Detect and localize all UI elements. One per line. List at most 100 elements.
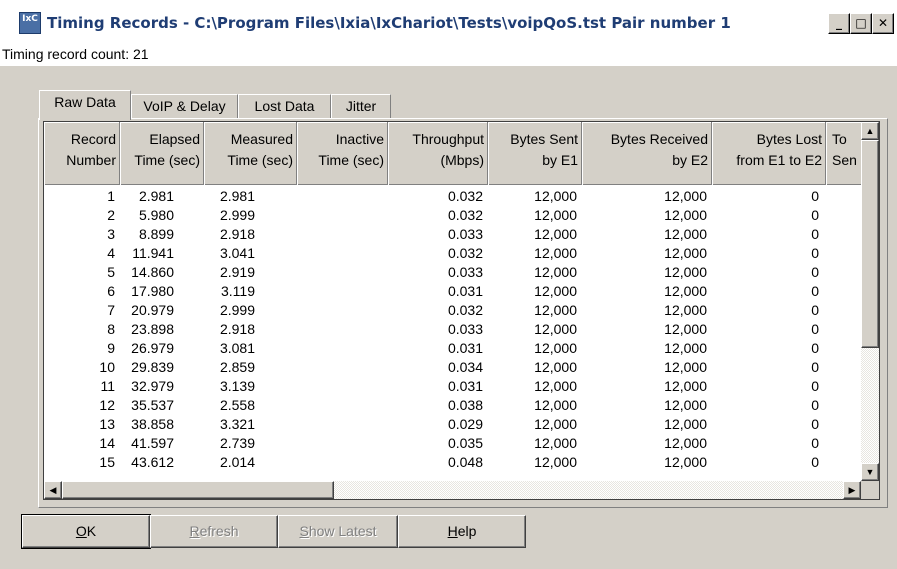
table-row[interactable]: 15 43.612 2.014 0.048 12,000 12,000 0 (44, 453, 861, 471)
cell-bytes-lost: 0 (811, 321, 819, 337)
cell-throughput: 0.048 (447, 454, 483, 470)
close-button[interactable]: ✕ (872, 13, 894, 34)
table-row[interactable]: 14 41.597 2.739 0.035 12,000 12,000 0 (44, 434, 861, 452)
ok-mnemonic: O (75, 523, 87, 539)
table-row[interactable]: 12 35.537 2.558 0.038 12,000 12,000 0 (44, 396, 861, 414)
cell-bytes-received: 12,000 (664, 283, 707, 299)
column-header-elapsed-time[interactable]: Elapsed Time (sec) (120, 122, 204, 185)
cell-record-number: 1 (107, 188, 115, 204)
cell-bytes-sent: 12,000 (534, 283, 577, 299)
cell-elapsed-time: 20.979 (131, 302, 174, 318)
timing-record-count: Timing record count: 21 (0, 42, 897, 66)
cell-throughput: 0.033 (447, 321, 483, 337)
cell-record-number: 5 (107, 264, 115, 280)
title-bar[interactable]: IxC Timing Records - C:\Program Files\Ix… (0, 0, 897, 42)
scroll-up-button[interactable]: ▲ (861, 122, 879, 140)
column-header-bytes-sent[interactable]: Bytes Sent by E1 (488, 122, 582, 185)
cell-record-number: 3 (107, 226, 115, 242)
help-button[interactable]: Help (398, 515, 526, 548)
cell-bytes-sent: 12,000 (534, 264, 577, 280)
scroll-down-button[interactable]: ▼ (861, 463, 879, 481)
table-row[interactable]: 11 32.979 3.139 0.031 12,000 12,000 0 (44, 377, 861, 395)
vertical-scroll-thumb[interactable] (861, 140, 879, 348)
table-row[interactable]: 10 29.839 2.859 0.034 12,000 12,000 0 (44, 358, 861, 376)
cell-measured-time: 3.119 (221, 283, 255, 299)
cell-record-number: 13 (99, 416, 115, 432)
tab-lost-data[interactable]: Lost Data (238, 94, 331, 118)
refresh-button[interactable]: Refresh (150, 515, 278, 548)
tab-voip-delay[interactable]: VoIP & Delay (131, 94, 238, 118)
table-row[interactable]: 13 38.858 3.321 0.029 12,000 12,000 0 (44, 415, 861, 433)
column-header-total-sent[interactable]: To Sen (826, 122, 866, 185)
column-header-bytes-received[interactable]: Bytes Received by E2 (582, 122, 712, 185)
show-latest-label-rest: how Latest (308, 523, 377, 539)
cell-measured-time: 2.981 (219, 188, 255, 204)
table-row[interactable]: 5 14.860 2.919 0.033 12,000 12,000 0 (44, 263, 861, 281)
cell-record-number: 6 (107, 283, 115, 299)
horizontal-scroll-thumb[interactable] (62, 481, 334, 499)
cell-bytes-sent: 12,000 (534, 188, 577, 204)
cell-elapsed-time: 5.980 (138, 207, 174, 223)
scroll-left-button[interactable]: ◀ (44, 481, 62, 499)
help-mnemonic: H (447, 523, 458, 539)
cell-bytes-sent: 12,000 (534, 454, 577, 470)
cell-bytes-received: 12,000 (664, 378, 707, 394)
table-row[interactable]: 1 2.981 2.981 0.032 12,000 12,000 0 (44, 187, 861, 205)
cell-bytes-sent: 12,000 (534, 226, 577, 242)
column-header-measured-time[interactable]: Measured Time (sec) (204, 122, 297, 185)
cell-measured-time: 2.918 (219, 226, 255, 242)
cell-elapsed-time: 38.858 (131, 416, 174, 432)
column-header-bytes-lost[interactable]: Bytes Lost from E1 to E2 (712, 122, 826, 185)
table-row[interactable]: 2 5.980 2.999 0.032 12,000 12,000 0 (44, 206, 861, 224)
cell-bytes-received: 12,000 (664, 416, 707, 432)
cell-throughput: 0.034 (447, 359, 483, 375)
cell-measured-time: 2.014 (219, 454, 255, 470)
column-header-throughput[interactable]: Throughput (Mbps) (388, 122, 488, 185)
cell-record-number: 2 (107, 207, 115, 223)
scroll-right-button[interactable]: ▶ (843, 481, 861, 499)
cell-bytes-received: 12,000 (664, 340, 707, 356)
ok-button[interactable]: OK (21, 514, 151, 549)
table-row[interactable]: 9 26.979 3.081 0.031 12,000 12,000 0 (44, 339, 861, 357)
table-row[interactable]: 7 20.979 2.999 0.032 12,000 12,000 0 (44, 301, 861, 319)
cell-bytes-lost: 0 (811, 264, 819, 280)
cell-bytes-sent: 12,000 (534, 435, 577, 451)
cell-bytes-lost: 0 (811, 340, 819, 356)
maximize-button[interactable]: □ (850, 13, 872, 34)
cell-record-number: 4 (107, 245, 115, 261)
cell-bytes-sent: 12,000 (534, 207, 577, 223)
cell-bytes-lost: 0 (811, 416, 819, 432)
cell-bytes-received: 12,000 (664, 264, 707, 280)
table-row[interactable]: 6 17.980 3.119 0.031 12,000 12,000 0 (44, 282, 861, 300)
cell-measured-time: 2.859 (219, 359, 255, 375)
cell-record-number: 8 (107, 321, 115, 337)
tab-raw-data[interactable]: Raw Data (39, 90, 131, 120)
timing-records-table[interactable]: Record Number Elapsed Time (sec) Measure… (43, 121, 880, 500)
cell-record-number: 11 (100, 378, 115, 394)
table-row[interactable]: 8 23.898 2.918 0.033 12,000 12,000 0 (44, 320, 861, 338)
cell-bytes-sent: 12,000 (534, 340, 577, 356)
vertical-scrollbar[interactable]: ▲ ▼ (861, 122, 879, 481)
cell-elapsed-time: 26.979 (131, 340, 174, 356)
horizontal-scrollbar[interactable]: ◀ ▶ (44, 481, 861, 499)
cell-elapsed-time: 29.839 (131, 359, 174, 375)
minimize-button[interactable]: _ (828, 13, 850, 34)
cell-throughput: 0.031 (447, 378, 483, 394)
cell-throughput: 0.029 (447, 416, 483, 432)
cell-bytes-received: 12,000 (664, 207, 707, 223)
cell-measured-time: 3.321 (219, 416, 255, 432)
cell-bytes-sent: 12,000 (534, 378, 577, 394)
column-header-record-number[interactable]: Record Number (44, 122, 120, 185)
cell-bytes-lost: 0 (811, 283, 819, 299)
cell-elapsed-time: 11.941 (132, 245, 174, 261)
cell-record-number: 15 (99, 454, 115, 470)
ixchariot-app-icon[interactable]: IxC (19, 12, 41, 34)
column-header-inactive-time[interactable]: Inactive Time (sec) (297, 122, 388, 185)
cell-measured-time: 2.999 (219, 302, 255, 318)
show-latest-button[interactable]: Show Latest (278, 515, 398, 548)
table-row[interactable]: 3 8.899 2.918 0.033 12,000 12,000 0 (44, 225, 861, 243)
cell-throughput: 0.035 (447, 435, 483, 451)
tab-jitter[interactable]: Jitter (331, 94, 391, 118)
table-row[interactable]: 4 11.941 3.041 0.032 12,000 12,000 0 (44, 244, 861, 262)
table-header: Record Number Elapsed Time (sec) Measure… (44, 122, 866, 185)
